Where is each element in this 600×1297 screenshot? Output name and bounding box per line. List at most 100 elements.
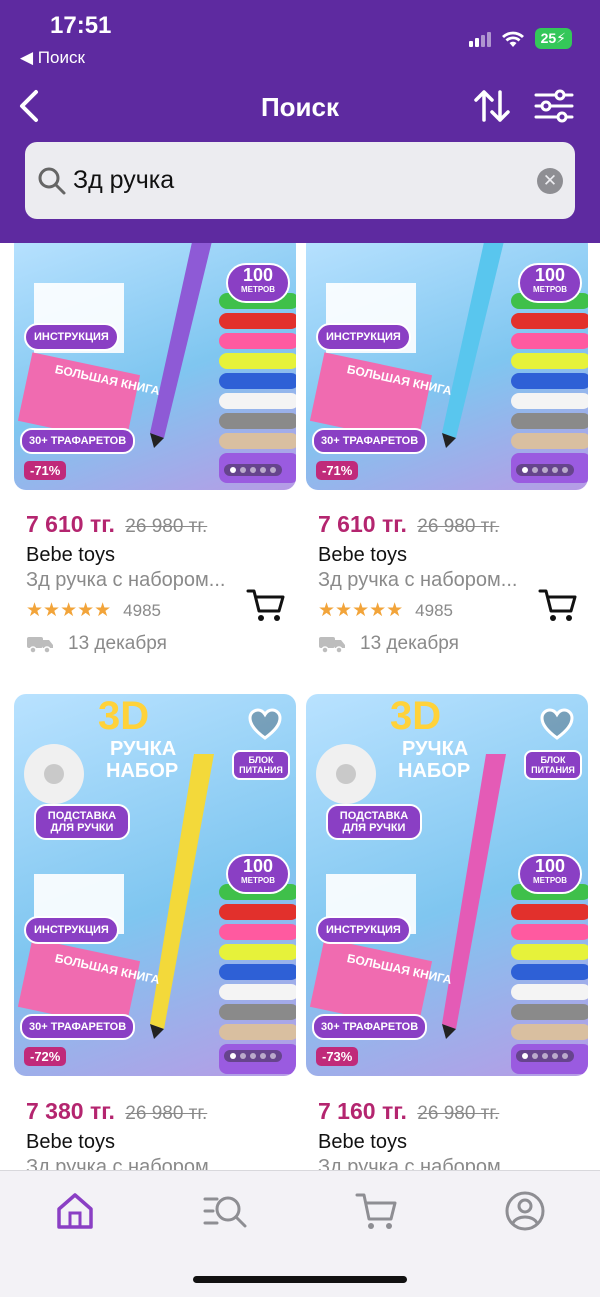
sort-icon[interactable] [470, 86, 514, 126]
discount-badge: -73% [316, 1047, 359, 1066]
discount-badge: -71% [316, 461, 359, 480]
current-price: 7 610 тг. [26, 511, 115, 537]
meters-badge: 100 МЕТРОВ [518, 263, 582, 303]
product-description: Зд ручка с набором... [318, 1156, 518, 1170]
filter-icon[interactable] [532, 86, 576, 126]
favorite-heart-icon[interactable] [248, 708, 282, 742]
discount-badge: -72% [24, 1047, 67, 1066]
search-input[interactable]: Зд ручка ✕ [25, 142, 575, 219]
meters-badge: 100 МЕТРОВ [226, 854, 290, 894]
catalog-search-icon[interactable] [203, 1189, 247, 1233]
delivery-truck-icon [319, 637, 345, 654]
stencils-badge: 30+ ТРАФАРЕТОВ [20, 428, 136, 454]
stencils-badge: 30+ ТРАФАРЕТОВ [312, 1014, 428, 1040]
price-row: 7 610 тг. 26 980 тг. [26, 511, 207, 538]
old-price: 26 980 тг. [417, 1103, 500, 1124]
meters-badge: 100 МЕТРОВ [226, 263, 290, 303]
header: 17:51 ◀ Поиск 25⚡ Поиск Зд ручка ✕ [0, 0, 600, 243]
home-icon[interactable] [53, 1189, 97, 1233]
power-badge: БЛОК ПИТАНИЯ [232, 750, 290, 780]
title-3d: 3D [390, 694, 442, 738]
instructions-badge: ИНСТРУКЦИЯ [24, 323, 119, 351]
meters-badge: 100 МЕТРОВ [518, 854, 582, 894]
product-image[interactable]: 3D РУЧКА НАБОР БЛОК ПИТАНИЯ ПОДСТАВКА ДЛ… [14, 694, 296, 1076]
delivery-truck-icon [27, 637, 53, 654]
meters-value: 100 [534, 856, 566, 876]
battery-level: 25 [540, 30, 557, 46]
image-pager-dots [516, 1050, 574, 1062]
product-image[interactable]: 100 МЕТРОВ ИНСТРУКЦИЯ БОЛЬШАЯ КНИГА 30+ … [306, 243, 588, 490]
stencils-badge: 30+ ТРАФАРЕТОВ [20, 1014, 136, 1040]
product-card[interactable]: 100 МЕТРОВ ИНСТРУКЦИЯ БОЛЬШАЯ КНИГА 30+ … [14, 243, 296, 683]
current-price: 7 380 тг. [26, 1098, 115, 1124]
meters-value: 100 [242, 856, 274, 876]
rating: ★★★★★ 4985 [26, 599, 161, 622]
cart-icon[interactable] [354, 1189, 398, 1233]
pen-body [150, 243, 212, 438]
meters-unit: МЕТРОВ [240, 876, 276, 885]
discount-badge: -71% [24, 461, 67, 480]
product-description: Зд ручка с набором... [318, 569, 518, 591]
search-icon [38, 167, 66, 195]
title-3d: 3D [98, 694, 150, 738]
title-set: НАБОР [106, 760, 179, 782]
old-price: 26 980 тг. [125, 516, 208, 537]
brand-name: Bebe toys [318, 544, 407, 566]
old-price: 26 980 тг. [417, 516, 500, 537]
rating: ★★★★★ 4985 [318, 599, 453, 622]
instructions-badge: ИНСТРУКЦИЯ [316, 323, 411, 351]
review-count: 4985 [123, 600, 161, 620]
delivery-date: 13 декабря [68, 633, 167, 654]
stand-badge: ПОДСТАВКА ДЛЯ РУЧКИ [34, 804, 130, 840]
brand-name: Bebe toys [26, 544, 115, 566]
meters-unit: МЕТРОВ [532, 876, 568, 885]
pen-body [150, 754, 214, 1029]
add-to-cart-icon[interactable] [246, 587, 286, 623]
product-image[interactable]: 3D РУЧКА НАБОР БЛОК ПИТАНИЯ ПОДСТАВКА ДЛ… [306, 694, 588, 1076]
title-pen: РУЧКА [110, 738, 177, 760]
stencils-badge: 30+ ТРАФАРЕТОВ [312, 428, 428, 454]
product-description: Зд ручка с набором... [26, 569, 226, 591]
back-to-app-link[interactable]: ◀ Поиск [20, 48, 85, 68]
instructions-badge: ИНСТРУКЦИЯ [316, 916, 411, 944]
current-price: 7 610 тг. [318, 511, 407, 537]
power-badge: БЛОК ПИТАНИЯ [524, 750, 582, 780]
battery-indicator: 25⚡ [534, 28, 572, 49]
title-pen: РУЧКА [402, 738, 469, 760]
product-grid: 100 МЕТРОВ ИНСТРУКЦИЯ БОЛЬШАЯ КНИГА 30+ … [0, 243, 600, 1170]
favorite-heart-icon[interactable] [540, 708, 574, 742]
star-rating: ★★★★★ [318, 600, 404, 621]
product-card[interactable]: 100 МЕТРОВ ИНСТРУКЦИЯ БОЛЬШАЯ КНИГА 30+ … [306, 243, 588, 683]
navigation-bar: Поиск [0, 84, 600, 130]
old-price: 26 980 тг. [125, 1103, 208, 1124]
image-pager-dots [516, 464, 574, 476]
search-query[interactable]: Зд ручка [73, 166, 174, 195]
current-price: 7 160 тг. [318, 1098, 407, 1124]
price-row: 7 380 тг. 26 980 тг. [26, 1098, 207, 1125]
product-image[interactable]: 100 МЕТРОВ ИНСТРУКЦИЯ БОЛЬШАЯ КНИГА 30+ … [14, 243, 296, 490]
delivery-info: 13 декабря [318, 633, 459, 655]
add-to-cart-icon[interactable] [538, 587, 578, 623]
wifi-icon [501, 31, 524, 47]
meters-value: 100 [534, 265, 566, 285]
title-set: НАБОР [398, 760, 471, 782]
meters-value: 100 [242, 265, 274, 285]
meters-unit: МЕТРОВ [240, 285, 276, 294]
status-icons: 25⚡ [468, 28, 572, 49]
product-card[interactable]: 3D РУЧКА НАБОР БЛОК ПИТАНИЯ ПОДСТАВКА ДЛ… [14, 694, 296, 1170]
price-row: 7 160 тг. 26 980 тг. [318, 1098, 499, 1125]
stand-badge: ПОДСТАВКА ДЛЯ РУЧКИ [326, 804, 422, 840]
image-pager-dots [224, 1050, 282, 1062]
profile-icon[interactable] [503, 1189, 547, 1233]
brand-name: Bebe toys [318, 1131, 407, 1153]
delivery-info: 13 декабря [26, 633, 167, 655]
brand-name: Bebe toys [26, 1131, 115, 1153]
home-indicator [193, 1276, 407, 1283]
image-pager-dots [224, 464, 282, 476]
review-count: 4985 [415, 600, 453, 620]
star-rating: ★★★★★ [26, 600, 112, 621]
pen-body [442, 754, 506, 1029]
product-card[interactable]: 3D РУЧКА НАБОР БЛОК ПИТАНИЯ ПОДСТАВКА ДЛ… [306, 694, 588, 1170]
product-description: Зд ручка с набором... [26, 1156, 226, 1170]
clear-search-icon[interactable]: ✕ [537, 168, 563, 194]
